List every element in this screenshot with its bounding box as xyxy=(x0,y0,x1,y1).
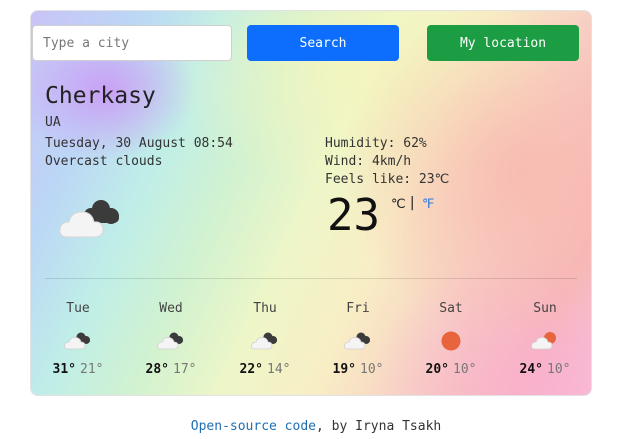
humidity: Humidity: 62% xyxy=(325,136,427,151)
city-search-input[interactable] xyxy=(32,25,232,61)
country-code: UA xyxy=(45,115,61,130)
forecast-max-temp: 20° xyxy=(425,362,449,377)
forecast-max-temp: 24° xyxy=(519,362,543,377)
forecast-day: Sun 24° 10° xyxy=(505,301,585,377)
forecast-min-temp: 10° xyxy=(360,362,384,377)
sun-behind-cloud-icon xyxy=(531,332,556,350)
current-temperature: 23 xyxy=(327,190,380,241)
overcast-clouds-icon xyxy=(59,200,119,238)
wind-speed: Wind: 4km/h xyxy=(325,154,412,169)
weather-description: Overcast clouds xyxy=(45,154,163,169)
forecast-day: Wed 28° 17° xyxy=(131,301,211,377)
source-code-link[interactable]: Open-source code xyxy=(191,419,316,434)
forecast-day-name: Wed xyxy=(159,301,183,316)
unit-separator: | xyxy=(408,195,417,211)
weather-details: Humidity: 62% Wind: 4km/h Feels like: 23… xyxy=(325,135,449,189)
forecast-min-temp: 10° xyxy=(547,362,571,377)
forecast-min-temp: 21° xyxy=(80,362,104,377)
search-button[interactable]: Search xyxy=(247,25,399,61)
forecast-min-temp: 14° xyxy=(267,362,291,377)
broken-clouds-icon xyxy=(251,332,277,350)
forecast-min-temp: 10° xyxy=(453,362,477,377)
forecast-day-name: Tue xyxy=(66,301,90,316)
forecast-day-name: Sat xyxy=(439,301,463,316)
footer: Open-source code, by Iryna Tsakh xyxy=(0,419,632,434)
forecast-day-name: Thu xyxy=(253,301,277,316)
forecast-day: Thu 22° 14° xyxy=(225,301,305,377)
forecast-max-temp: 31° xyxy=(52,362,76,377)
fahrenheit-link[interactable]: ℉ xyxy=(422,197,434,212)
date-time: Tuesday, 30 August 08:54 xyxy=(45,136,233,151)
feels-like: Feels like: 23℃ xyxy=(325,172,450,187)
broken-clouds-icon xyxy=(344,332,370,350)
sun-icon xyxy=(441,331,461,351)
forecast-day: Sat 20° 10° xyxy=(411,301,491,377)
author-credit: , by Iryna Tsakh xyxy=(316,419,442,434)
broken-clouds-icon xyxy=(157,332,183,350)
celsius-link[interactable]: ℃ xyxy=(391,197,406,212)
city-name: Cherkasy xyxy=(45,83,156,109)
forecast-max-temp: 28° xyxy=(145,362,169,377)
forecast-day-name: Fri xyxy=(346,301,370,316)
forecast-day: Fri 19° 10° xyxy=(318,301,398,377)
forecast-day-name: Sun xyxy=(533,301,557,316)
my-location-button[interactable]: My location xyxy=(427,25,579,61)
forecast-min-temp: 17° xyxy=(173,362,197,377)
forecast: Tue 31° 21° Wed 28° 17° Thu 22° 14° Fri … xyxy=(31,301,591,381)
divider xyxy=(45,278,577,279)
forecast-day: Tue 31° 21° xyxy=(38,301,118,377)
forecast-max-temp: 22° xyxy=(239,362,263,377)
weather-card: Search My location Cherkasy UA Tuesday, … xyxy=(30,10,592,396)
forecast-max-temp: 19° xyxy=(332,362,356,377)
broken-clouds-icon xyxy=(64,332,90,350)
